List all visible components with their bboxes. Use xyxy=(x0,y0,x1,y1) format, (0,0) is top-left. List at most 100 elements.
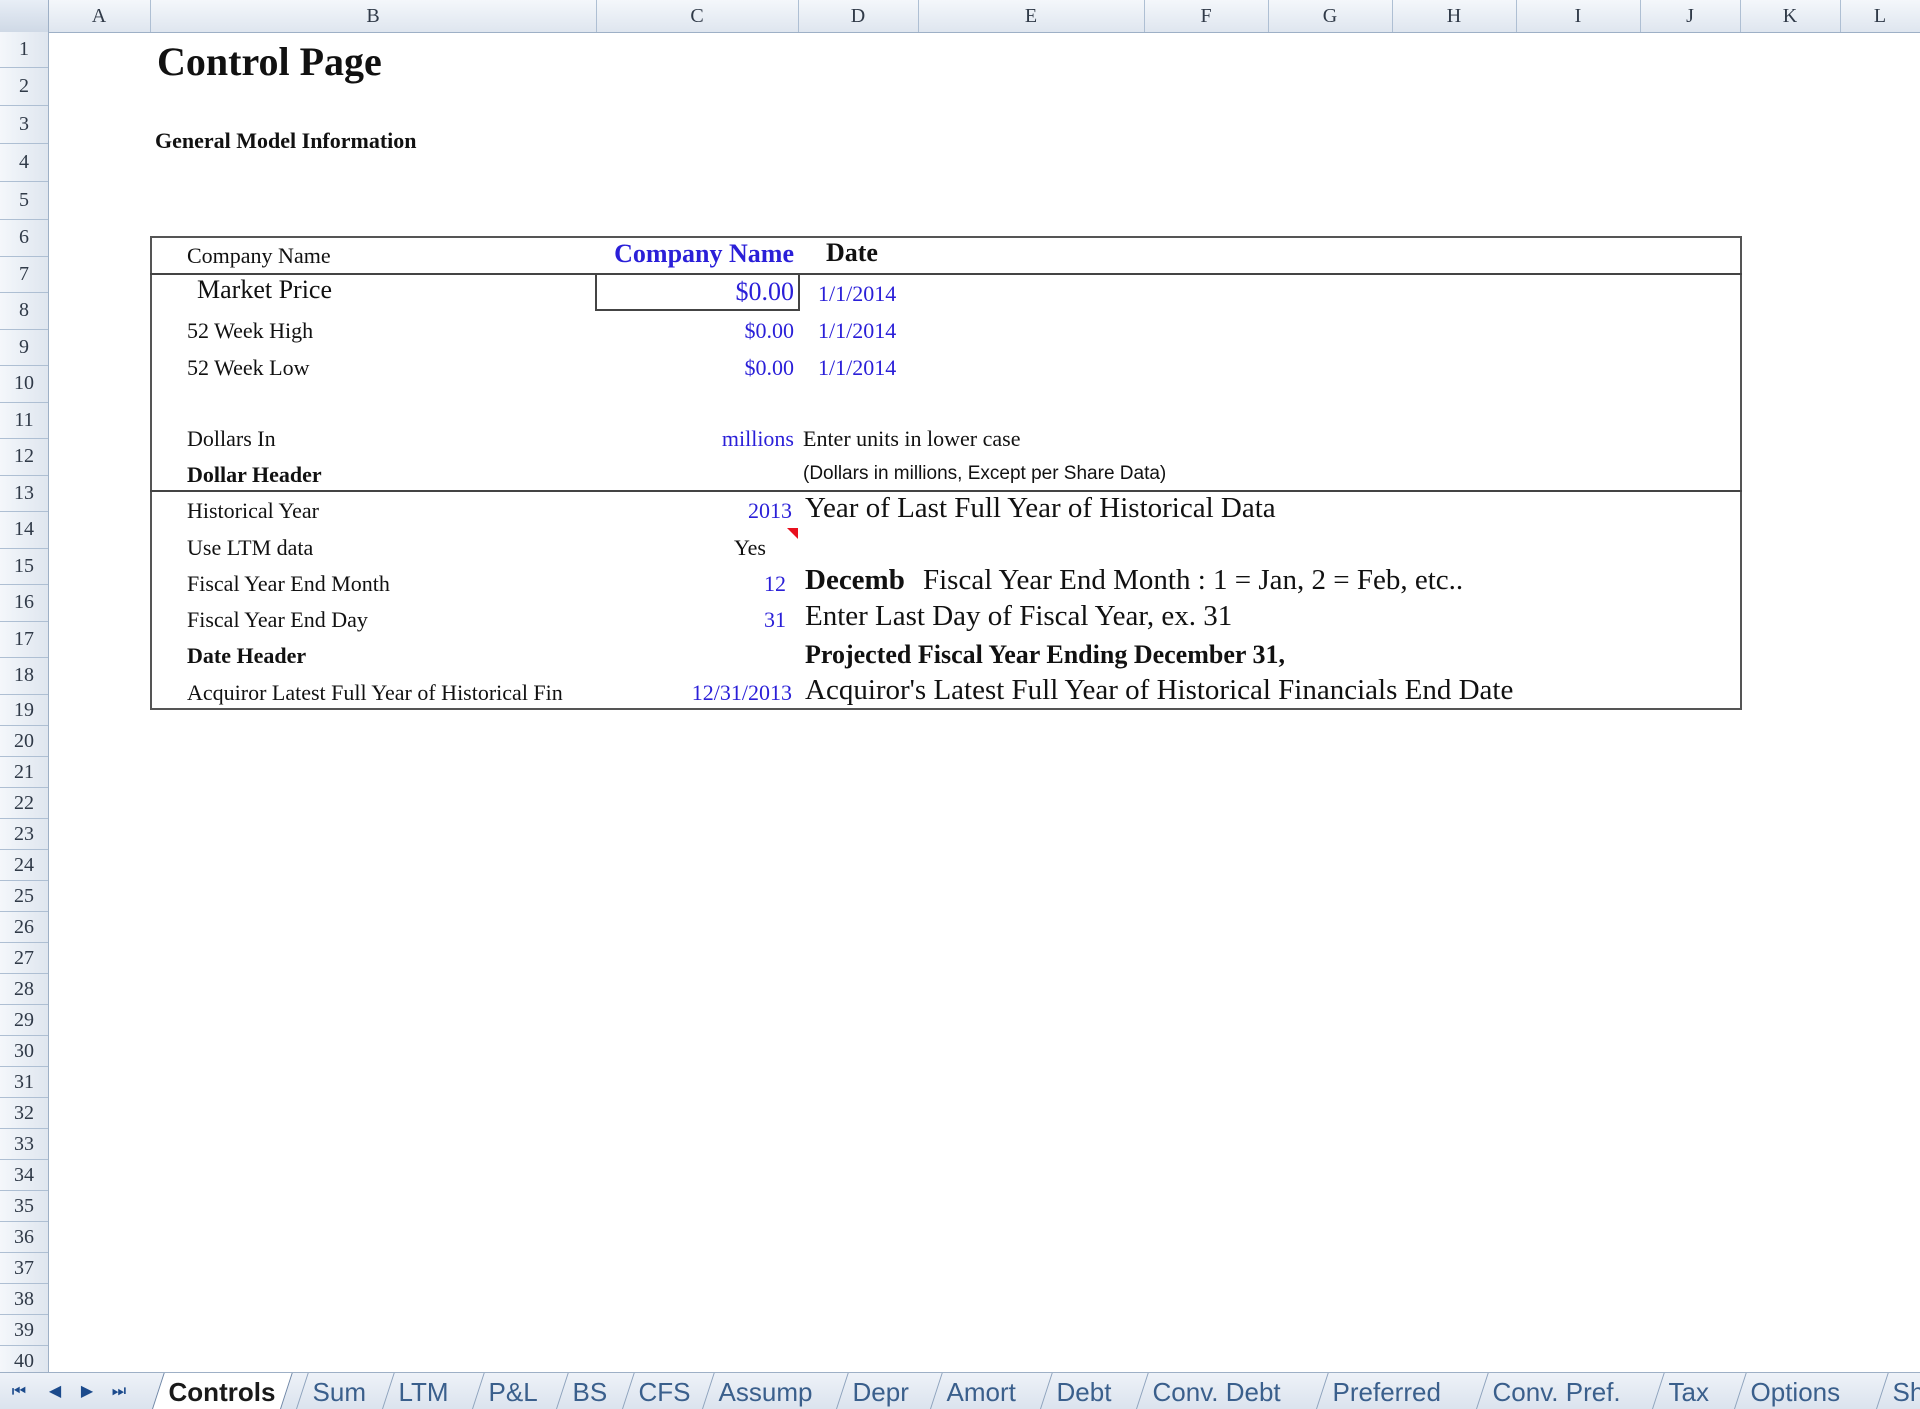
comment-indicator-icon[interactable] xyxy=(787,528,798,539)
next-sheet-icon[interactable]: ▶ xyxy=(74,1377,100,1405)
row-header[interactable]: 21 xyxy=(0,757,48,788)
column-header-g[interactable]: G xyxy=(1268,0,1393,32)
row-header[interactable]: 32 xyxy=(0,1098,48,1129)
fy-day-value[interactable]: 31 xyxy=(764,607,786,633)
acquiror-date-value[interactable]: 12/31/2013 xyxy=(692,680,792,706)
date-column-header: Date xyxy=(826,238,878,267)
historical-year-value[interactable]: 2013 xyxy=(748,498,792,524)
row-header[interactable]: 31 xyxy=(0,1067,48,1098)
row-header[interactable]: 18 xyxy=(0,658,48,695)
sheet-tab-tax[interactable]: Tax xyxy=(1652,1373,1726,1409)
market-price-date[interactable]: 1/1/2014 xyxy=(818,281,896,307)
row-header[interactable]: 16 xyxy=(0,585,48,622)
historical-year-label: Historical Year xyxy=(187,498,319,523)
column-header-k[interactable]: K xyxy=(1740,0,1841,32)
row-header[interactable]: 28 xyxy=(0,974,48,1005)
column-header-c[interactable]: C xyxy=(596,0,799,32)
row-header[interactable]: 37 xyxy=(0,1253,48,1284)
sheet-tab-options[interactable]: Options xyxy=(1734,1373,1857,1409)
row-header[interactable]: 26 xyxy=(0,912,48,943)
column-header-i[interactable]: I xyxy=(1516,0,1641,32)
row-header[interactable]: 2 xyxy=(0,68,48,106)
fy-month-label: Fiscal Year End Month xyxy=(187,571,390,596)
sheet-tab-ltm[interactable]: LTM xyxy=(382,1373,465,1409)
row-header[interactable]: 34 xyxy=(0,1160,48,1191)
sheet-tab-amort[interactable]: Amort xyxy=(930,1373,1033,1409)
dollars-in-value[interactable]: millions xyxy=(722,426,794,452)
column-header-a[interactable]: A xyxy=(48,0,151,32)
row-header[interactable]: 30 xyxy=(0,1036,48,1067)
column-header-d[interactable]: D xyxy=(798,0,919,32)
row-header[interactable]: 10 xyxy=(0,366,48,403)
column-header-j[interactable]: J xyxy=(1640,0,1741,32)
dollar-header-label: Dollar Header xyxy=(187,462,322,487)
sheet-tab-bs[interactable]: BS xyxy=(556,1373,624,1409)
row-header[interactable]: 24 xyxy=(0,850,48,881)
row-header[interactable]: 40 xyxy=(0,1346,48,1373)
last-sheet-icon[interactable]: ⏭ xyxy=(106,1377,132,1405)
row-header[interactable]: 12 xyxy=(0,439,48,476)
row-header[interactable]: 5 xyxy=(0,182,48,220)
week-high-date[interactable]: 1/1/2014 xyxy=(818,318,896,344)
row-header-bar: 1 2 3 4 5 6 7 8 9 10 11 12 13 14 15 16 17 18 19 20 21 22 23 24 2… xyxy=(0,32,49,1372)
row-header[interactable]: 1 xyxy=(0,32,48,68)
row-header[interactable]: 8 xyxy=(0,293,48,330)
sheet-tab-preferred[interactable]: Preferred xyxy=(1316,1373,1458,1409)
market-price-value[interactable]: $0.00 xyxy=(736,277,795,307)
row-header[interactable]: 17 xyxy=(0,622,48,658)
row-header[interactable]: 38 xyxy=(0,1284,48,1315)
row-header[interactable]: 20 xyxy=(0,726,48,757)
row-header[interactable]: 15 xyxy=(0,549,48,585)
historical-year-note: Year of Last Full Year of Historical Dat… xyxy=(805,492,1276,524)
week-high-value[interactable]: $0.00 xyxy=(745,318,795,344)
row-header[interactable]: 6 xyxy=(0,220,48,257)
column-header-l[interactable]: L xyxy=(1840,0,1920,32)
sheet-tab-controls[interactable]: Controls xyxy=(152,1373,293,1409)
ltm-label: Use LTM data xyxy=(187,535,314,560)
row-header[interactable]: 7 xyxy=(0,257,48,293)
select-all-corner[interactable] xyxy=(0,0,49,32)
ltm-value[interactable]: Yes xyxy=(734,535,766,561)
column-header-e[interactable]: E xyxy=(918,0,1145,32)
sheet-tab-conv-pref[interactable]: Conv. Pref. xyxy=(1476,1373,1637,1409)
row-header[interactable]: 23 xyxy=(0,819,48,850)
column-header-h[interactable]: H xyxy=(1392,0,1517,32)
sheet-tab-cfs[interactable]: CFS xyxy=(622,1373,707,1409)
first-sheet-icon[interactable]: ⏮ xyxy=(6,1377,32,1405)
row-header[interactable]: 33 xyxy=(0,1129,48,1160)
row-header[interactable]: 27 xyxy=(0,943,48,974)
dollar-header-value: (Dollars in millions, Except per Share D… xyxy=(803,463,1167,484)
sheet-tab-conv-debt[interactable]: Conv. Debt xyxy=(1136,1373,1297,1409)
row-header[interactable]: 9 xyxy=(0,330,48,366)
prev-sheet-icon[interactable]: ◀ xyxy=(42,1377,68,1405)
sheet-tab-depr[interactable]: Depr xyxy=(836,1373,926,1409)
row-header[interactable]: 29 xyxy=(0,1005,48,1036)
row-header[interactable]: 36 xyxy=(0,1222,48,1253)
column-header-b[interactable]: B xyxy=(150,0,597,32)
sheet-tab-sum[interactable]: Sum xyxy=(296,1373,383,1409)
row-header[interactable]: 39 xyxy=(0,1315,48,1346)
page-title: Control Page xyxy=(157,39,382,84)
sheet-tab-pl[interactable]: P&L xyxy=(472,1373,554,1409)
sheet-tab-sh[interactable]: Sh xyxy=(1876,1373,1920,1409)
row-header[interactable]: 25 xyxy=(0,881,48,912)
fy-month-name: Decemb xyxy=(805,564,905,596)
row-header[interactable]: 11 xyxy=(0,403,48,439)
market-price-label: Market Price xyxy=(197,275,333,304)
sheet-tab-debt[interactable]: Debt xyxy=(1040,1373,1128,1409)
week-low-date[interactable]: 1/1/2014 xyxy=(818,355,896,381)
sheet-tab-assump[interactable]: Assump xyxy=(702,1373,829,1409)
column-header-f[interactable]: F xyxy=(1144,0,1269,32)
row-header[interactable]: 13 xyxy=(0,476,48,512)
row-header[interactable]: 4 xyxy=(0,144,48,182)
table-header-divider xyxy=(150,273,1742,275)
row-header[interactable]: 14 xyxy=(0,512,48,549)
row-header[interactable]: 22 xyxy=(0,788,48,819)
company-name-label: Company Name xyxy=(187,243,331,268)
week-low-value[interactable]: $0.00 xyxy=(745,355,795,381)
fy-month-value[interactable]: 12 xyxy=(764,571,786,597)
company-name-cell[interactable]: Company Name xyxy=(614,239,794,269)
row-header[interactable]: 35 xyxy=(0,1191,48,1222)
row-header[interactable]: 19 xyxy=(0,695,48,726)
row-header[interactable]: 3 xyxy=(0,106,48,144)
